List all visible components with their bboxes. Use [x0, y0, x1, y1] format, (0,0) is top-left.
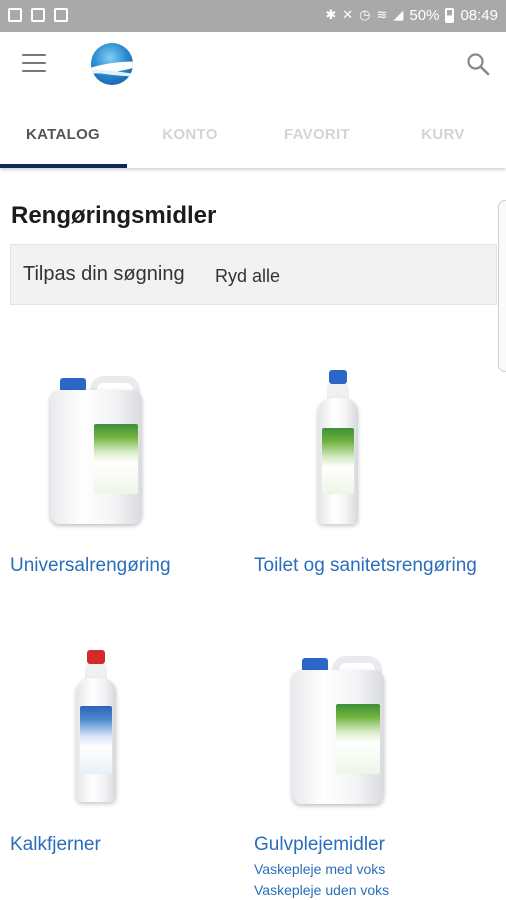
status-bar: ✱ ✕ ◷ ≋ ◢ 50% 08:49 [0, 0, 506, 32]
page-title: Rengøringsmidler [11, 202, 217, 229]
product-title[interactable]: Universalrengøring [10, 555, 171, 577]
bluetooth-icon: ✱ [325, 7, 337, 22]
search-icon[interactable] [466, 52, 490, 76]
product-image-universal[interactable] [48, 372, 144, 528]
battery-icon [445, 7, 455, 23]
clear-all-button[interactable]: Ryd alle [215, 266, 280, 287]
product-image-gulv[interactable] [290, 652, 386, 808]
tab-konto[interactable]: KONTO [127, 100, 253, 168]
signal-icon: ◢ [393, 7, 404, 22]
menu-icon[interactable] [22, 54, 46, 72]
tab-favorit[interactable]: FAVORIT [254, 100, 380, 168]
mute-icon: ✕ [342, 7, 354, 22]
image-notification-icon [8, 8, 22, 22]
tab-kurv[interactable]: KURV [380, 100, 506, 168]
subcategory-link[interactable]: Vaskepleje uden voks [254, 882, 389, 898]
product-title[interactable]: Kalkfjerner [10, 834, 101, 856]
side-drawer-handle[interactable] [498, 200, 506, 372]
product-image-kalk[interactable] [72, 650, 120, 806]
clock: 08:49 [460, 6, 498, 24]
app-bar [0, 32, 506, 100]
subcategory-link[interactable]: Vaskepleje med voks [254, 861, 389, 877]
tab-katalog[interactable]: KATALOG [0, 100, 126, 168]
product-card-toilet[interactable]: Toilet og sanitetsrengøring [254, 555, 477, 577]
product-title[interactable]: Gulvplejemidler [254, 834, 389, 856]
play-notification-icon [54, 8, 68, 22]
battery-percent: 50% [409, 6, 440, 24]
outlook-notification-icon [31, 8, 45, 22]
filter-bar[interactable]: Tilpas din søgning Ryd alle [10, 244, 497, 305]
active-tab-indicator [0, 164, 127, 168]
product-card-kalk[interactable]: Kalkfjerner [10, 834, 101, 856]
app-logo[interactable] [91, 43, 133, 85]
alarm-icon: ◷ [359, 7, 371, 22]
product-image-toilet[interactable] [314, 370, 362, 528]
product-card-gulv[interactable]: Gulvplejemidler Vaskepleje med voks Vask… [254, 834, 389, 898]
tab-bar: KATALOG KONTO FAVORIT KURV [0, 100, 506, 168]
product-title[interactable]: Toilet og sanitetsrengøring [254, 555, 477, 577]
filter-label[interactable]: Tilpas din søgning [23, 263, 185, 286]
wifi-icon: ≋ [376, 7, 388, 22]
product-card-universal[interactable]: Universalrengøring [10, 555, 171, 577]
